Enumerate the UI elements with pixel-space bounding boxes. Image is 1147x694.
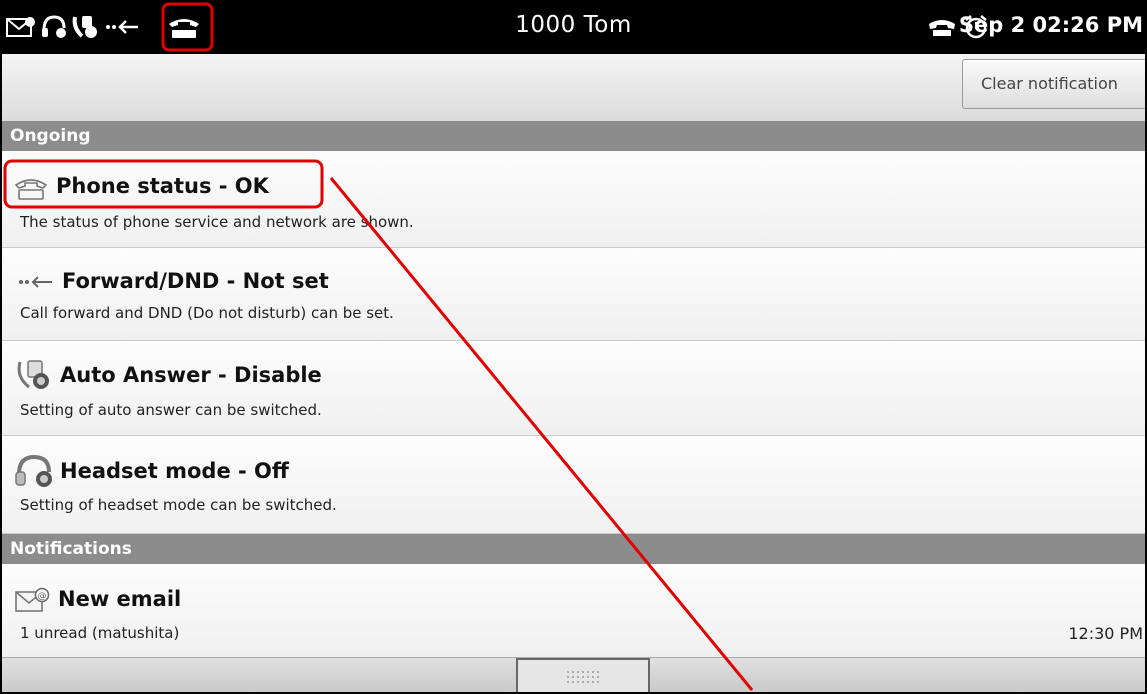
headset-mode-item[interactable]: Headset mode - Off Setting of headset mo… <box>0 436 1147 534</box>
auto-answer-item[interactable]: Auto Answer - Disable Setting of auto an… <box>0 341 1147 436</box>
notification-toolbar: Clear notification <box>0 54 1147 122</box>
item-subtitle: Setting of auto answer can be switched. <box>20 401 322 419</box>
bottom-bar <box>0 657 1147 694</box>
item-subtitle: Call forward and DND (Do not disturb) ca… <box>20 304 394 322</box>
new-email-item[interactable]: @ New email 1 unread (matushita) 12:30 P… <box>0 564 1147 657</box>
forward-icon <box>19 276 52 288</box>
item-title: Headset mode - Off <box>60 459 289 483</box>
status-bar-datetime: Sep 2 02:26 PM <box>958 13 1143 37</box>
phone-status-icon <box>14 179 48 200</box>
item-subtitle: Setting of headset mode can be switched. <box>20 496 337 514</box>
grip-icon <box>567 671 599 683</box>
item-subtitle: The status of phone service and network … <box>20 213 414 231</box>
notifications-section-header: Notifications <box>0 534 1147 564</box>
item-title: Auto Answer - Disable <box>60 363 322 387</box>
forward-dnd-item[interactable]: Forward/DND - Not set Call forward and D… <box>0 248 1147 341</box>
phone-status-item[interactable]: Phone status - OK The status of phone se… <box>0 151 1147 248</box>
item-time: 12:30 PM <box>1068 624 1143 643</box>
status-bar: 1000 Tom Sep 2 02:26 PM <box>0 0 1147 54</box>
handset-icon <box>929 20 955 36</box>
notification-panel: 1000 Tom Sep 2 02:26 PM Clear notificati… <box>0 0 1147 694</box>
clear-notification-button[interactable]: Clear notification <box>962 59 1147 109</box>
item-subtitle: 1 unread (matushita) <box>20 624 180 642</box>
item-title: Phone status - OK <box>56 174 269 198</box>
headset-icon <box>15 454 52 487</box>
item-title: Forward/DND - Not set <box>62 269 329 293</box>
auto-answer-icon <box>17 360 49 389</box>
svg-text:@: @ <box>38 592 47 602</box>
item-title: New email <box>58 587 182 611</box>
ongoing-section-header: Ongoing <box>0 121 1147 151</box>
email-icon: @ <box>15 587 50 612</box>
drag-handle[interactable] <box>516 658 650 694</box>
